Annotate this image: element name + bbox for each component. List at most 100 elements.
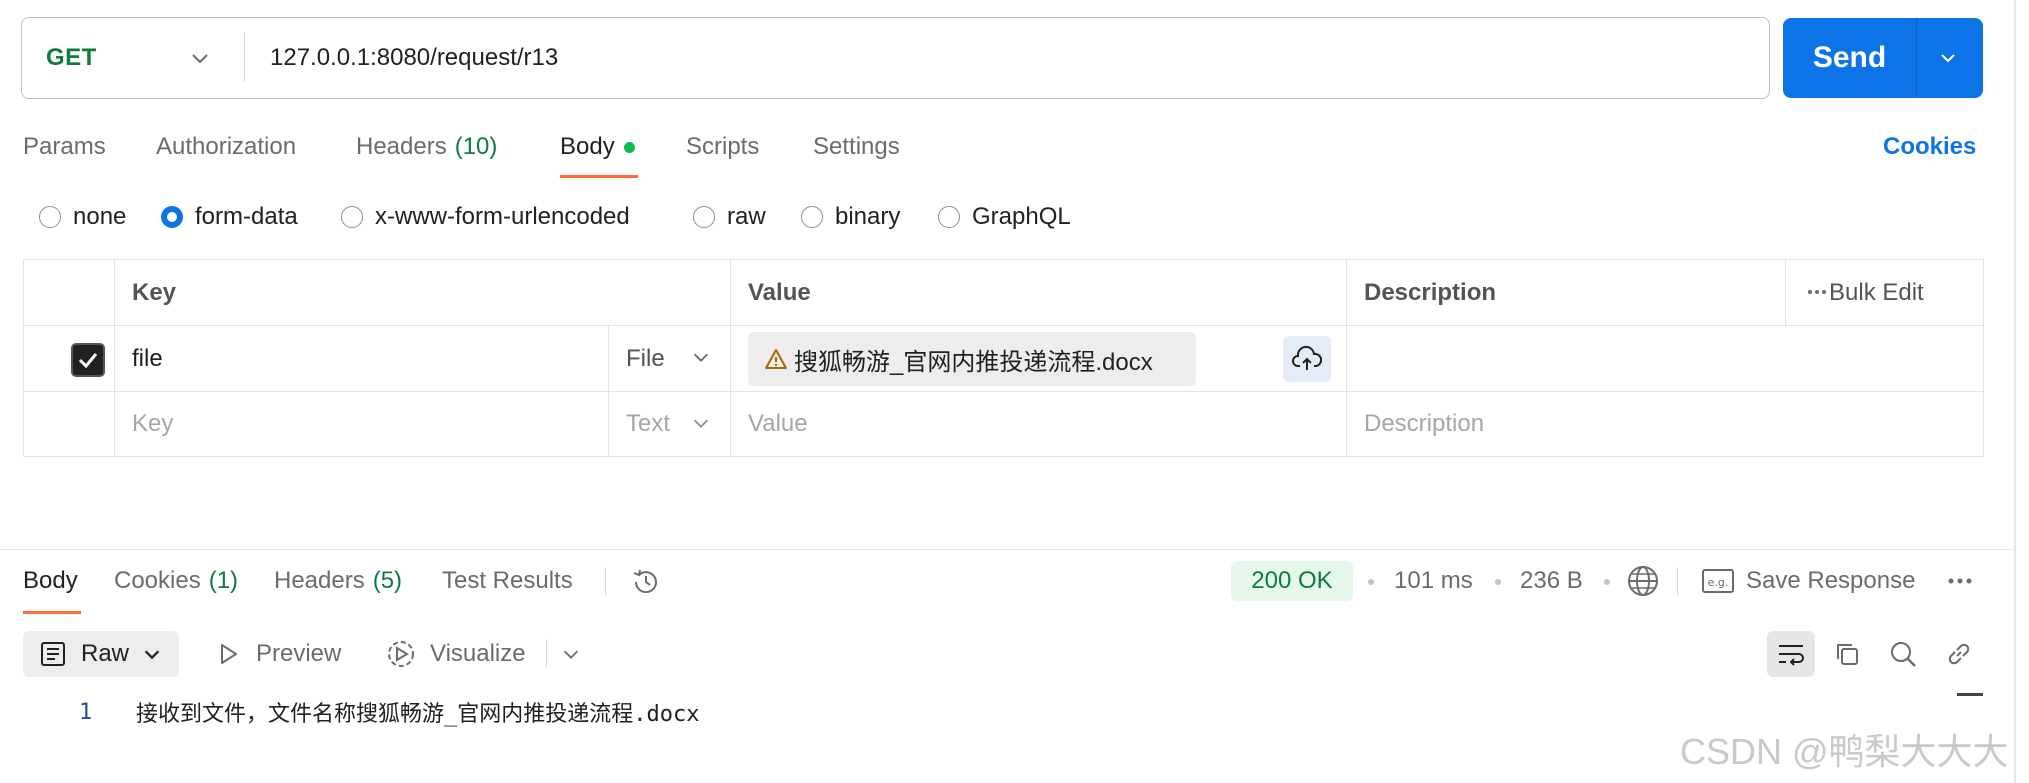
example-icon[interactable]: e.g. <box>1701 567 1735 595</box>
divider <box>244 32 245 82</box>
headers-count: (10) <box>454 133 498 160</box>
active-tab-indicator <box>560 175 638 178</box>
chevron-down-icon[interactable] <box>690 346 712 368</box>
modified-dot-icon <box>623 141 635 153</box>
url-input[interactable]: 127.0.0.1:8080/request/r13 <box>270 18 558 97</box>
watermark: CSDN @鸭梨大大大 <box>1680 731 2009 772</box>
bulk-edit-button[interactable]: Bulk Edit <box>1829 260 1924 325</box>
radio-selected-icon <box>161 206 183 228</box>
row-checkbox[interactable] <box>71 343 105 377</box>
column-header-key: Key <box>132 278 177 306</box>
response-tab-headers[interactable]: Headers (5) <box>274 564 402 598</box>
visualize-button[interactable]: Visualize <box>430 636 526 672</box>
row-type-select[interactable]: File <box>626 326 665 391</box>
new-description-input[interactable]: Description <box>1364 392 1484 456</box>
radio-circle-icon <box>39 206 61 228</box>
new-row-type-select[interactable]: Text <box>626 392 670 456</box>
headers-count: (5) <box>372 567 403 594</box>
radio-form-data[interactable]: form-data <box>161 202 298 232</box>
radio-x-www-form-urlencoded[interactable]: x-www-form-urlencoded <box>341 202 630 232</box>
visualize-icon[interactable] <box>384 637 418 671</box>
tab-authorization[interactable]: Authorization <box>156 130 296 164</box>
radio-raw[interactable]: raw <box>693 202 766 232</box>
scrollbar-thumb[interactable] <box>1957 693 1983 696</box>
link-icon <box>1948 643 1970 665</box>
file-chip[interactable]: 搜狐畅游_官网内推投递流程.docx <box>748 332 1196 386</box>
column-divider <box>730 260 731 456</box>
column-header-value: Value <box>748 278 811 306</box>
new-value-input[interactable]: Value <box>748 392 808 456</box>
response-tab-cookies[interactable]: Cookies (1) <box>114 564 238 598</box>
chevron-down-icon[interactable] <box>188 46 212 70</box>
radio-label: form-data <box>195 203 298 230</box>
play-icon[interactable] <box>214 640 242 668</box>
tab-settings[interactable]: Settings <box>813 130 900 164</box>
cookies-count: (1) <box>208 567 239 594</box>
send-label[interactable]: Send <box>1783 18 1916 98</box>
radio-label: none <box>73 203 127 230</box>
radio-label: GraphQL <box>972 203 1071 230</box>
search-icon <box>1891 642 1916 667</box>
tab-headers[interactable]: Headers (10) <box>356 130 497 164</box>
response-divider <box>0 549 2015 550</box>
cloud-upload-icon <box>1292 345 1323 370</box>
tab-body[interactable]: Body <box>560 130 635 164</box>
radio-label: x-www-form-urlencoded <box>375 203 630 230</box>
radio-graphql[interactable]: GraphQL <box>938 202 1071 232</box>
warning-icon <box>765 349 787 369</box>
chevron-down-icon[interactable] <box>560 643 582 665</box>
copy-icon <box>1837 644 1858 665</box>
link-button[interactable] <box>1936 631 1982 677</box>
separator-dot <box>1604 579 1610 585</box>
file-name: 搜狐畅游_官网内推投递流程.docx <box>794 348 1153 376</box>
row-key[interactable]: file <box>132 326 163 391</box>
globe-icon[interactable] <box>1626 564 1660 598</box>
chevron-down-icon[interactable] <box>1936 46 1960 70</box>
divider <box>1677 567 1678 595</box>
svg-text:e.g.: e.g. <box>1708 576 1729 589</box>
wrap-lines-button[interactable] <box>1767 631 1815 677</box>
tab-label: Headers <box>274 567 365 594</box>
wrap-lines-icon <box>1779 645 1804 666</box>
separator-dot <box>1495 579 1501 585</box>
column-divider <box>608 325 609 456</box>
save-response-button[interactable]: Save Response <box>1746 564 1915 598</box>
column-divider <box>1785 260 1786 325</box>
response-size[interactable]: 236 B <box>1520 564 1583 598</box>
chevron-down-icon[interactable] <box>690 412 712 434</box>
radio-binary[interactable]: binary <box>801 202 900 232</box>
response-tab-body[interactable]: Body <box>23 564 78 598</box>
upload-file-button[interactable] <box>1283 336 1331 382</box>
row-divider <box>24 325 1983 326</box>
check-icon <box>78 353 98 369</box>
tab-label: Body <box>560 133 615 160</box>
send-button[interactable]: Send <box>1783 18 1983 98</box>
response-time[interactable]: 101 ms <box>1394 564 1473 598</box>
response-tab-test-results[interactable]: Test Results <box>442 564 573 598</box>
divider <box>546 639 547 667</box>
chevron-down-icon <box>144 650 160 660</box>
radio-label: binary <box>835 203 901 230</box>
method-select[interactable]: GET <box>46 18 97 97</box>
line-number: 1 <box>79 699 93 725</box>
tab-params[interactable]: Params <box>23 130 106 164</box>
cookies-link[interactable]: Cookies <box>1883 130 1976 164</box>
status-badge[interactable]: 200 OK <box>1231 561 1353 601</box>
tab-label: Headers <box>356 133 447 160</box>
new-key-input[interactable]: Key <box>132 392 173 456</box>
row-divider <box>24 391 1983 392</box>
response-body-text[interactable]: 接收到文件，文件名称搜狐畅游_官网内推投递流程.docx <box>136 696 699 728</box>
column-header-description: Description <box>1364 278 1497 306</box>
preview-button[interactable]: Preview <box>256 636 341 672</box>
format-select[interactable]: Raw <box>23 631 179 677</box>
copy-button[interactable] <box>1824 631 1870 677</box>
divider <box>1916 18 1917 98</box>
radio-circle-icon <box>693 206 715 228</box>
more-horizontal-icon[interactable] <box>1946 573 1974 589</box>
text-format-icon <box>41 642 65 666</box>
more-horizontal-icon[interactable] <box>1806 284 1828 300</box>
radio-none[interactable]: none <box>39 202 126 232</box>
history-icon[interactable] <box>630 566 662 598</box>
search-button[interactable] <box>1880 631 1926 677</box>
tab-scripts[interactable]: Scripts <box>686 130 759 164</box>
